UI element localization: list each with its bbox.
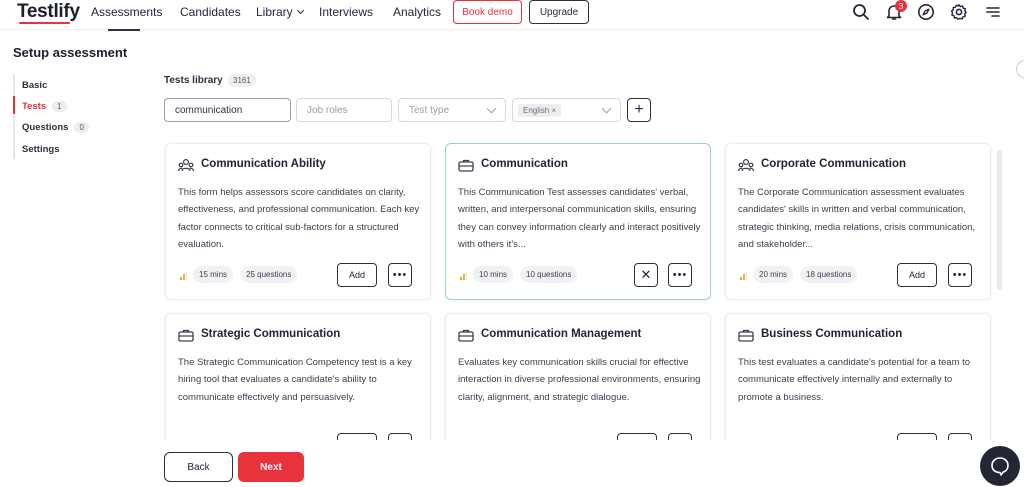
tests-library-count: 3161 <box>228 74 256 87</box>
test-card-title: Strategic Communication <box>201 328 341 340</box>
upgrade-button[interactable]: Upgrade <box>529 0 589 24</box>
step-label: Questions <box>22 122 69 133</box>
test-card[interactable]: Communication Management Evaluates key co… <box>445 313 711 440</box>
briefcase-icon <box>458 329 474 342</box>
more-options-button[interactable]: ••• <box>388 263 412 287</box>
test-card-description: The Strategic Communication Competency t… <box>178 357 412 403</box>
test-type-select[interactable]: Test type <box>398 98 506 122</box>
test-card[interactable]: Business Communication This test evaluate… <box>725 313 991 440</box>
people-icon <box>178 158 194 172</box>
logo-underline <box>19 22 70 24</box>
top-navigation-bar: Testlify Assessments Candidates Library … <box>0 0 1024 31</box>
step-count-badge: 0 <box>74 122 89 133</box>
scrollbar[interactable] <box>997 150 1002 290</box>
page-title: Setup assessment <box>13 45 128 60</box>
nav-library-label: Library <box>256 5 293 19</box>
test-card-description: This form helps assessors score candidat… <box>178 187 420 250</box>
search-icon[interactable] <box>852 3 870 21</box>
questions-pill: 10 questions <box>520 266 578 283</box>
chevron-down-icon <box>601 103 612 113</box>
test-card-description: This Communication Test assesses candida… <box>458 187 701 250</box>
test-card[interactable]: Strategic Communication The Strategic Com… <box>165 313 431 440</box>
add-test-button[interactable] <box>897 433 937 440</box>
step-label: Basic <box>22 80 48 91</box>
test-card-description: Evaluates key communication skills cruci… <box>458 357 701 403</box>
help-chat-button[interactable] <box>980 446 1020 486</box>
logo[interactable]: Testlify <box>17 1 80 23</box>
tests-grid: Communication Ability This form helps ass… <box>160 138 1000 440</box>
more-options-button[interactable] <box>948 433 972 440</box>
nav-active-indicator <box>108 29 140 31</box>
step-settings[interactable]: Settings <box>22 144 59 155</box>
test-card-title: Communication Ability <box>201 158 326 170</box>
nav-interviews[interactable]: Interviews <box>319 5 373 19</box>
chat-icon <box>991 457 1009 476</box>
collapse-handle[interactable] <box>1016 60 1024 78</box>
difficulty-icon <box>460 271 467 280</box>
job-roles-input[interactable]: Job roles <box>296 98 392 122</box>
more-options-button[interactable]: ••• <box>668 263 692 287</box>
more-options-button[interactable] <box>668 433 692 440</box>
add-test-button[interactable] <box>337 433 377 440</box>
add-test-button[interactable] <box>617 433 657 440</box>
chevron-down-icon <box>486 103 497 113</box>
nav-candidates[interactable]: Candidates <box>180 5 241 19</box>
test-card-description: This test evaluates a candidate's potent… <box>738 357 971 403</box>
next-button[interactable]: Next <box>238 452 304 482</box>
questions-pill: 18 questions <box>800 266 858 283</box>
nav-assessments[interactable]: Assessments <box>91 5 162 19</box>
remove-test-button[interactable]: ✕ <box>634 263 658 287</box>
step-label: Tests <box>22 101 47 112</box>
difficulty-icon <box>180 271 187 280</box>
duration-pill: 10 mins <box>473 266 514 283</box>
more-options-button[interactable]: ••• <box>948 263 972 287</box>
test-card[interactable]: Communication This Communication Test ass… <box>445 143 711 300</box>
tests-library-title: Tests library <box>164 75 223 86</box>
nav-library[interactable]: Library <box>256 5 304 19</box>
test-card[interactable]: Corporate Communication The Corporate Com… <box>725 143 991 300</box>
search-input[interactable]: communication <box>164 98 291 122</box>
test-type-placeholder: Test type <box>409 104 450 116</box>
step-tests[interactable]: Tests 1 <box>22 101 67 112</box>
test-card[interactable]: Communication Ability This form helps ass… <box>165 143 431 300</box>
test-card-title: Communication <box>481 158 568 170</box>
language-select[interactable]: English × <box>512 98 621 122</box>
test-card-title: Communication Management <box>481 328 642 340</box>
gear-icon[interactable] <box>950 3 968 21</box>
test-card-title: Corporate Communication <box>761 158 907 170</box>
duration-pill: 20 mins <box>753 266 794 283</box>
step-label: Settings <box>22 144 60 155</box>
menu-icon[interactable] <box>984 3 1002 21</box>
more-options-button[interactable] <box>388 433 412 440</box>
steps-active-indicator <box>13 96 15 114</box>
chevron-down-icon <box>296 6 304 15</box>
language-chip[interactable]: English × <box>518 103 562 117</box>
step-basic[interactable]: Basic <box>22 80 47 91</box>
add-test-button[interactable]: Add <box>337 263 377 287</box>
briefcase-icon <box>458 159 474 172</box>
step-count-badge: 1 <box>52 101 67 112</box>
questions-pill: 25 questions <box>240 266 298 283</box>
briefcase-icon <box>738 329 754 342</box>
add-filter-button[interactable]: + <box>627 98 651 122</box>
notification-badge: 3 <box>895 0 907 12</box>
people-icon <box>738 158 754 172</box>
difficulty-icon <box>740 271 747 280</box>
steps-track <box>13 74 15 159</box>
briefcase-icon <box>178 329 194 342</box>
book-demo-button[interactable]: Book demo <box>453 0 522 24</box>
compass-icon[interactable] <box>917 3 935 21</box>
test-card-description: The Corporate Communication assessment e… <box>738 187 976 250</box>
step-questions[interactable]: Questions 0 <box>22 122 89 133</box>
back-button[interactable]: Back <box>164 452 233 482</box>
test-card-title: Business Communication <box>761 328 903 340</box>
nav-analytics[interactable]: Analytics <box>393 5 441 19</box>
duration-pill: 15 mins <box>193 266 234 283</box>
add-test-button[interactable]: Add <box>897 263 937 287</box>
